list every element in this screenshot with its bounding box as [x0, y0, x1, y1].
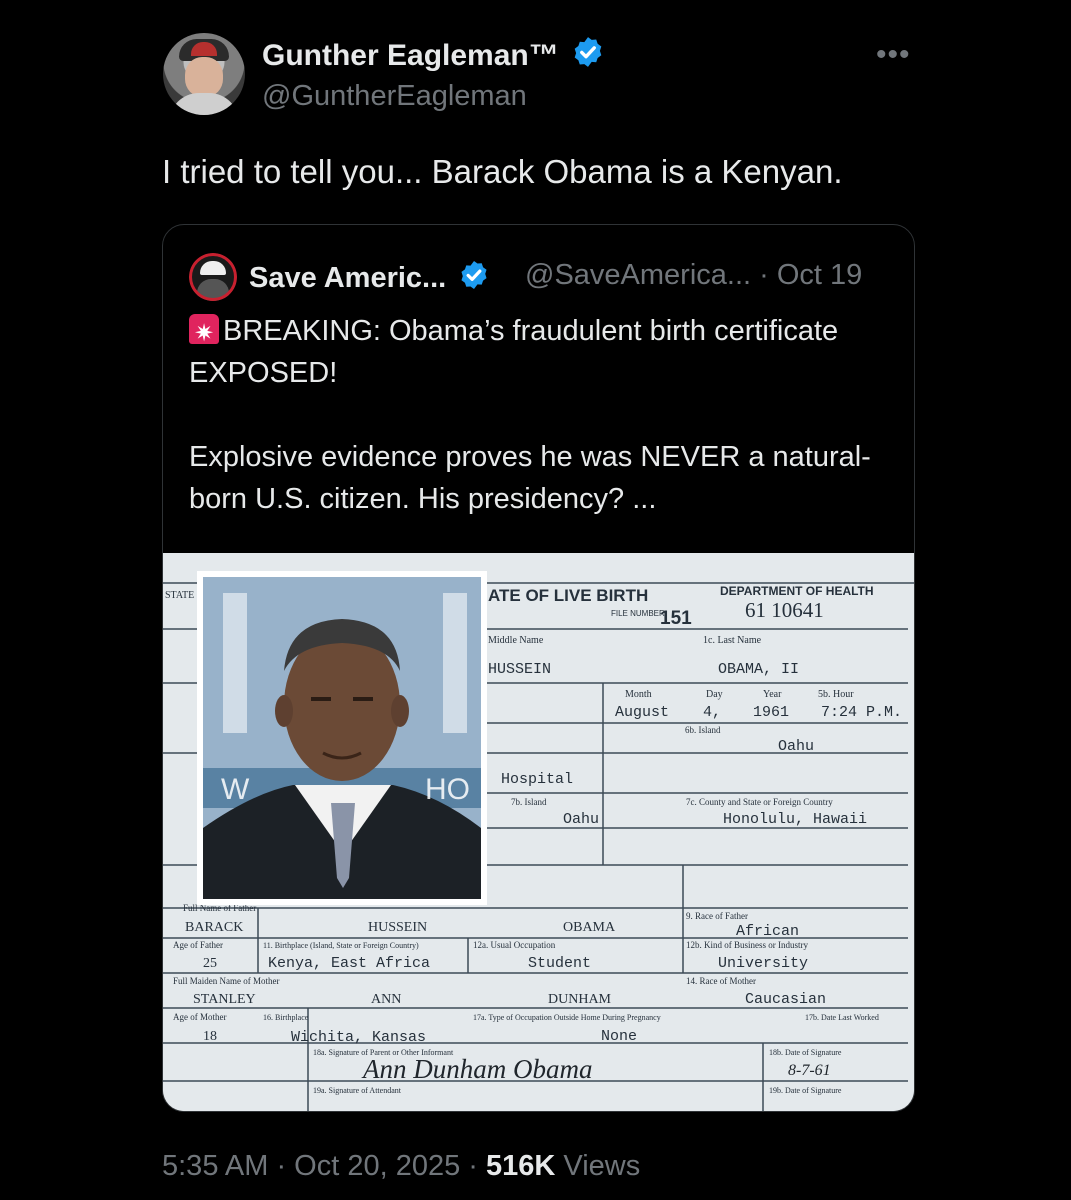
cert-father-middle: HUSSEIN — [368, 920, 427, 935]
cert-day-label: Day — [706, 689, 723, 700]
tweet-footer: 5:35 AM · Oct 20, 2025 · 516K Views — [162, 1150, 640, 1183]
cert-month-label: Month — [625, 689, 652, 700]
cert-attendant-label: 19a. Signature of Attendant — [313, 1086, 402, 1095]
author-avatar[interactable] — [163, 33, 245, 115]
quoted-handle-date: @SaveAmerica... · Oct 19 — [525, 259, 863, 291]
cert-hour-label: 5b. Hour — [818, 689, 854, 700]
cert-dept-number: 61 10641 — [745, 598, 824, 622]
quoted-verified-badge-icon — [458, 259, 490, 299]
cert-middle: HUSSEIN — [488, 661, 551, 678]
quoted-tweet[interactable]: Save Americ... @SaveAmerica... · Oct 19 … — [162, 224, 915, 1112]
cert-age-father-label: Age of Father — [173, 940, 223, 950]
cert-date-worked-label: 17b. Date Last Worked — [805, 1013, 879, 1022]
tweet-text: I tried to tell you... Barack Obama is a… — [162, 153, 843, 190]
cert-mother-last: DUNHAM — [548, 992, 612, 1007]
cert-father-first: BARACK — [185, 920, 243, 935]
verified-badge-icon — [571, 35, 605, 77]
cert-race-father: African — [736, 923, 799, 940]
siren-emoji-icon — [189, 313, 219, 355]
cert-state: STATE — [165, 590, 194, 601]
cert-occupation-mother-label: 17a. Type of Occupation Outside Home Dur… — [473, 1013, 661, 1022]
cert-sig-date2-label: 19b. Date of Signature — [769, 1086, 842, 1095]
cert-signature: Ann Dunham Obama — [361, 1054, 593, 1084]
cert-year: 1961 — [753, 704, 789, 721]
cert-hospital: Hospital — [501, 771, 573, 788]
cert-title: ATE OF LIVE BIRTH — [488, 586, 648, 605]
cert-birthplace-father-label: 11. Birthplace (Island, State or Foreign… — [263, 941, 419, 950]
cert-birthplace-mother-label: 16. Birthplace — [263, 1013, 309, 1022]
cert-age-father: 25 — [203, 956, 217, 971]
quoted-text: BREAKING: Obama’s fraudulent birth certi… — [189, 310, 879, 520]
author-handle[interactable]: @GuntherEagleman — [262, 80, 527, 113]
cert-last: OBAMA, II — [718, 661, 799, 678]
cert-island-label: 6b. Island — [685, 725, 721, 735]
cert-occupation-mother: None — [601, 1028, 637, 1045]
cert-occupation: Student — [528, 955, 591, 972]
cert-race-father-label: 9. Race of Father — [686, 911, 748, 921]
views-count: 516K — [486, 1150, 556, 1182]
cert-year-label: Year — [763, 689, 782, 700]
cert-mother-label: Full Maiden Name of Mother — [173, 976, 279, 986]
quoted-line-2: Explosive evidence proves he was NEVER a… — [189, 441, 871, 515]
quoted-display-name[interactable]: Save Americ... — [249, 262, 446, 294]
cert-race-mother: Caucasian — [745, 991, 826, 1008]
cert-middle-label: Middle Name — [488, 635, 544, 646]
cert-sig-date-label: 18b. Date of Signature — [769, 1048, 842, 1057]
cert-day: 4, — [703, 704, 721, 721]
cert-age-mother: 18 — [203, 1029, 217, 1044]
cert-race-mother-label: 14. Race of Mother — [686, 976, 756, 986]
cert-birthplace-mother: Wichita, Kansas — [291, 1029, 426, 1046]
cert-business: University — [718, 955, 808, 972]
cert-father-last: OBAMA — [563, 920, 616, 935]
birth-certificate-image[interactable]: STATE ATE OF LIVE BIRTH FILE NUMBER 151 … — [163, 553, 914, 1111]
tweet-timestamp[interactable]: 5:35 AM · Oct 20, 2025 · — [162, 1150, 486, 1182]
cert-file-label: FILE NUMBER — [611, 609, 665, 618]
views-label: Views — [555, 1150, 641, 1182]
cert-mother-first: STANLEY — [193, 992, 256, 1007]
author-display-name[interactable]: Gunther Eagleman™ — [262, 39, 559, 72]
cert-dept: DEPARTMENT OF HEALTH — [720, 584, 874, 598]
inset-portrait-photo: W HO — [197, 571, 487, 905]
cert-island2-label: 7b. Island — [511, 797, 547, 807]
cert-county: Honolulu, Hawaii — [723, 811, 867, 828]
more-icon[interactable]: ••• — [876, 38, 911, 72]
svg-text:W: W — [221, 773, 250, 806]
cert-sig-date: 8-7-61 — [788, 1062, 831, 1079]
quoted-line-1: BREAKING: Obama’s fraudulent birth certi… — [189, 315, 839, 389]
cert-birthplace-father: Kenya, East Africa — [268, 955, 430, 972]
cert-file-number: 151 — [660, 608, 692, 629]
cert-island2: Oahu — [563, 811, 599, 828]
cert-age-mother-label: Age of Mother — [173, 1012, 227, 1022]
svg-text:HO: HO — [425, 773, 470, 806]
cert-last-label: 1c. Last Name — [703, 635, 762, 646]
cert-hour: 7:24 P.M. — [821, 704, 902, 721]
cert-month: August — [615, 704, 669, 721]
cert-mother-middle: ANN — [371, 992, 401, 1007]
quoted-author-name-row[interactable]: Save Americ... — [249, 259, 490, 299]
author-name-row[interactable]: Gunther Eagleman™ — [262, 35, 605, 77]
quoted-author-avatar[interactable] — [189, 253, 237, 301]
cert-business-label: 12b. Kind of Business or Industry — [686, 940, 808, 950]
cert-island: Oahu — [778, 738, 814, 755]
cert-occupation-label: 12a. Usual Occupation — [473, 940, 556, 950]
cert-county-label: 7c. County and State or Foreign Country — [686, 797, 833, 807]
